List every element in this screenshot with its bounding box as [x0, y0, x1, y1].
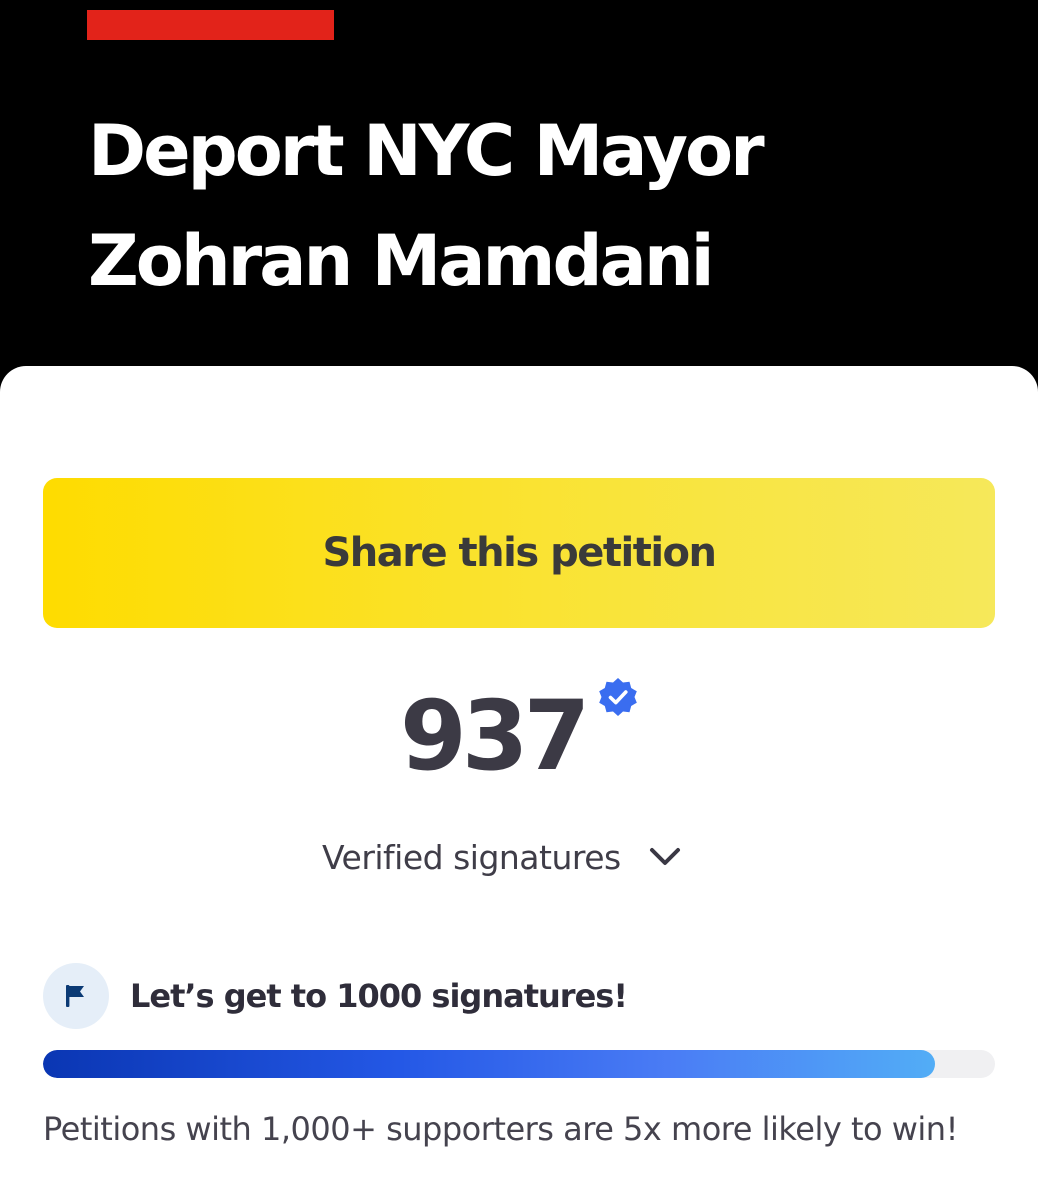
- signature-progress-fill: [43, 1050, 936, 1078]
- goal-icon-circle: [43, 963, 109, 1029]
- signature-goal: Let’s get to 1000 signatures!: [43, 963, 628, 1029]
- verified-signatures-toggle[interactable]: Verified signatures: [322, 832, 683, 882]
- verified-check-badge-icon: [599, 678, 637, 716]
- petition-header: Deport NYC Mayor Zohran Mamdani: [0, 0, 1038, 400]
- goal-text: Let’s get to 1000 signatures!: [130, 977, 628, 1015]
- goal-note: Petitions with 1,000+ supporters are 5x …: [43, 1110, 958, 1148]
- chevron-down-icon: [649, 848, 680, 865]
- petition-title: Deport NYC Mayor Zohran Mamdani: [88, 110, 765, 302]
- signature-count-block: 937: [0, 676, 1038, 796]
- accent-bar: [87, 10, 334, 40]
- signature-count: 937: [400, 680, 590, 792]
- verified-signatures-label: Verified signatures: [322, 837, 621, 877]
- flag-icon: [66, 985, 84, 1007]
- share-petition-button[interactable]: Share this petition: [43, 478, 995, 628]
- signature-progress-bar: [43, 1050, 995, 1078]
- petition-card: Share this petition 937 Verified signatu…: [0, 366, 1038, 1200]
